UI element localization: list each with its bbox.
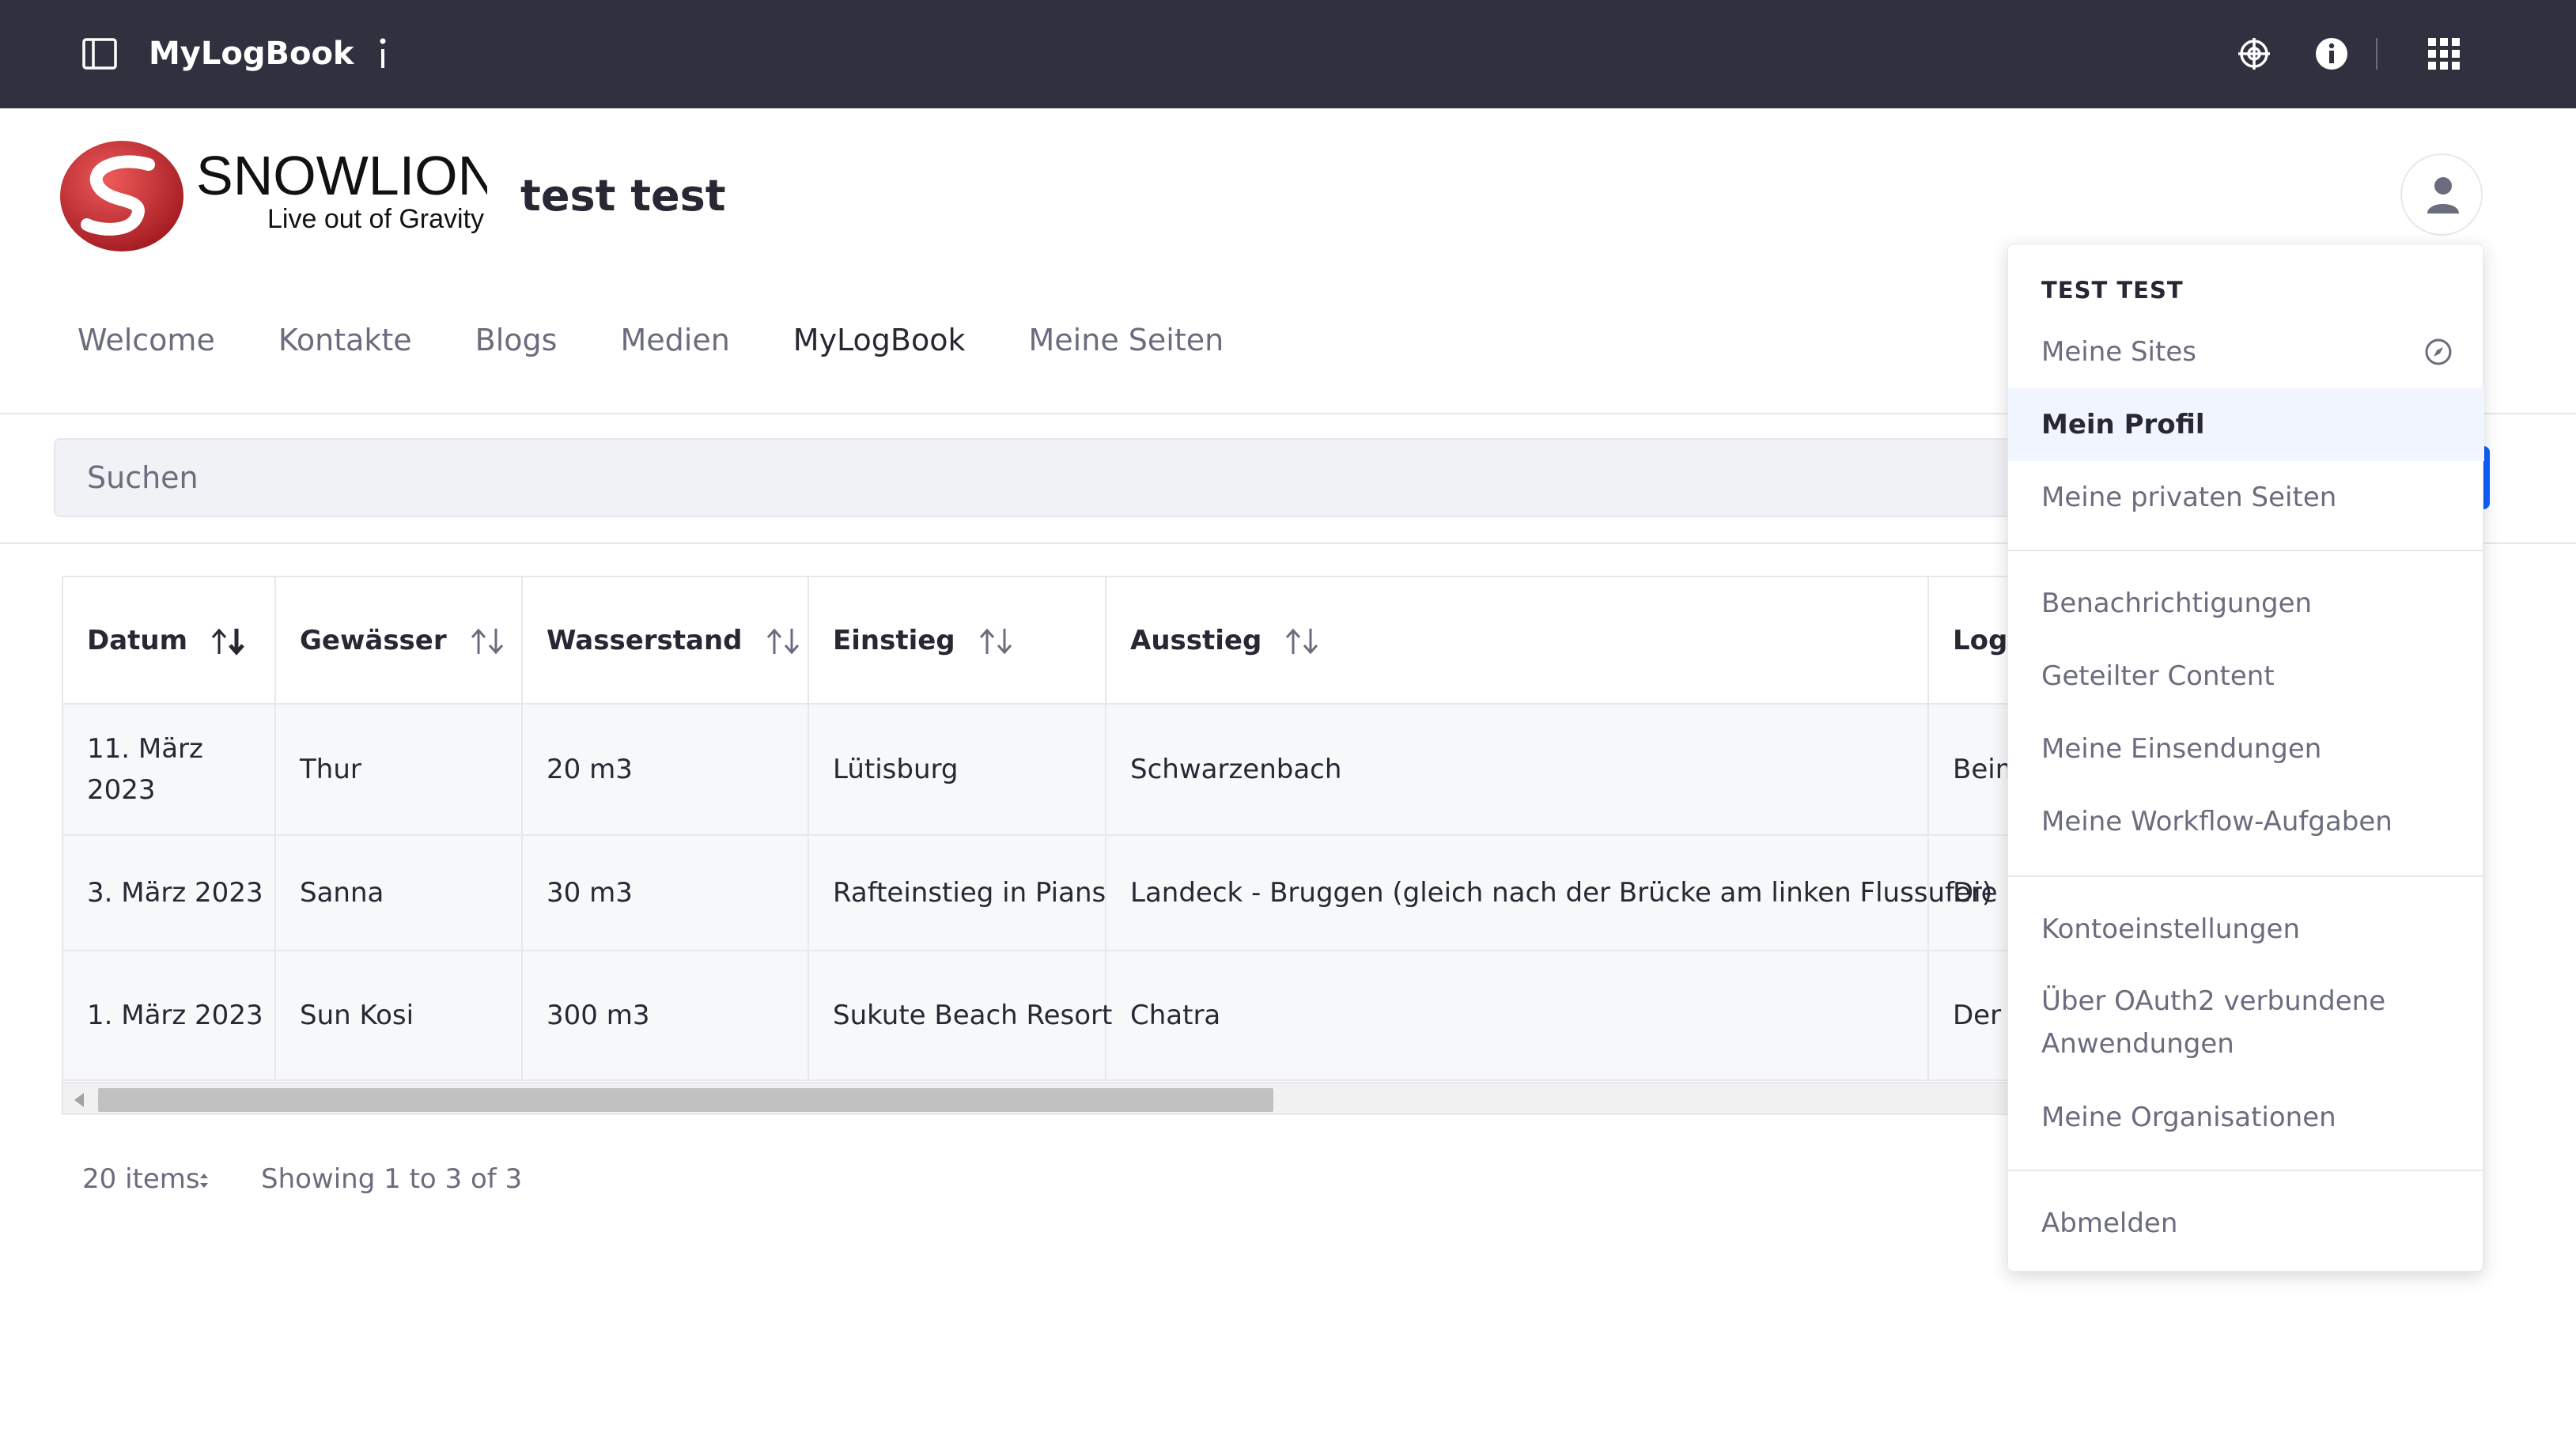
menu-item-benachrichtigungen[interactable]: Benachrichtigungen: [2008, 567, 2484, 640]
column-header-gewaesser[interactable]: Gewässer: [275, 577, 523, 705]
items-per-page-select[interactable]: 20 items: [82, 1159, 200, 1199]
menu-divider: [2008, 875, 2484, 877]
cell-gewaesser: Thur: [275, 704, 523, 836]
menu-item-geteilter-content[interactable]: Geteilter Content: [2008, 640, 2484, 713]
info-circle-icon[interactable]: [2313, 35, 2351, 73]
pagination-results: Showing 1 to 3 of 3: [261, 1163, 523, 1195]
menu-item-meine-privaten-seiten[interactable]: Meine privaten Seiten: [2008, 461, 2484, 534]
sort-icon[interactable]: [1284, 627, 1320, 656]
cell-gewaesser: Sun Kosi: [275, 951, 523, 1081]
logbook-table: Datum Gewässer Wasserstand Einstieg Auss…: [62, 576, 2086, 1115]
search-input[interactable]: Suchen: [54, 438, 2094, 517]
user-menu-dropdown: TEST TEST Meine Sites Mein Profil Meine …: [2007, 244, 2484, 1272]
page: MyLogBook SNOWLION Live out of Gravity t…: [0, 0, 2576, 1429]
cell-datum: 11. März 2023: [63, 704, 276, 836]
site-logo[interactable]: SNOWLION Live out of Gravity: [60, 136, 487, 255]
nav-item-kontakte[interactable]: Kontakte: [278, 318, 412, 362]
horizontal-scrollbar[interactable]: [63, 1082, 2085, 1113]
site-navigation: Welcome Kontakte Blogs Medien MyLogBook …: [78, 318, 1287, 362]
column-header-ausstieg[interactable]: Ausstieg: [1106, 577, 1929, 705]
user-icon: [2427, 177, 2459, 214]
column-header-einstieg[interactable]: Einstieg: [808, 577, 1106, 705]
menu-divider: [2008, 1170, 2484, 1171]
menu-item-mein-profil[interactable]: Mein Profil: [2008, 388, 2484, 461]
cell-wasserstand: 30 m3: [522, 835, 809, 951]
toolbar-separator: [2376, 38, 2377, 70]
cell-ausstieg: Chatra: [1106, 951, 1929, 1081]
column-header-datum[interactable]: Datum: [63, 577, 276, 705]
menu-item-meine-sites[interactable]: Meine Sites: [2008, 316, 2484, 388]
column-header-wasserstand[interactable]: Wasserstand: [522, 577, 809, 705]
menu-item-kontoeinstellungen[interactable]: Kontoeinstellungen: [2008, 893, 2484, 966]
menu-item-meine-organisationen[interactable]: Meine Organisationen: [2008, 1081, 2484, 1154]
cell-wasserstand: 300 m3: [522, 951, 809, 1081]
sort-icon[interactable]: [978, 627, 1014, 656]
compass-icon: [2425, 338, 2452, 365]
user-avatar-button[interactable]: [2400, 153, 2483, 236]
cell-ausstieg: Schwarzenbach: [1106, 704, 1929, 836]
nav-item-meine-seiten[interactable]: Meine Seiten: [1029, 318, 1224, 362]
cell-ausstieg: Landeck - Bruggen (gleich nach der Brück…: [1106, 835, 1992, 951]
menu-item-meine-workflow-aufgaben[interactable]: Meine Workflow-Aufgaben: [2008, 785, 2484, 858]
menu-item-meine-einsendungen[interactable]: Meine Einsendungen: [2008, 713, 2484, 785]
svg-text:Live out of Gravity: Live out of Gravity: [267, 204, 484, 234]
table-row[interactable]: 1. März 2023 Sun Kosi 300 m3 Sukute Beac…: [63, 951, 2085, 1081]
site-name[interactable]: test test: [520, 166, 726, 226]
cell-einstieg: Sukute Beach Resort: [808, 951, 1112, 1081]
nav-item-blogs[interactable]: Blogs: [475, 318, 558, 362]
scroll-left-icon[interactable]: [74, 1093, 84, 1107]
apps-grid-icon[interactable]: [2425, 35, 2463, 73]
table-row[interactable]: 3. März 2023 Sanna 30 m3 Rafteinstieg in…: [63, 835, 2085, 951]
menu-item-oauth2-anwendungen[interactable]: Über OAuth2 verbundene Anwendungen: [2008, 973, 2484, 1068]
cell-einstieg: Rafteinstieg in Pians: [808, 835, 1106, 951]
sort-icon[interactable]: [765, 627, 801, 656]
menu-item-abmelden[interactable]: Abmelden: [2008, 1187, 2484, 1260]
scrollbar-thumb[interactable]: [98, 1088, 1273, 1112]
table-row[interactable]: 11. März 2023 Thur 20 m3 Lütisburg Schwa…: [63, 704, 2085, 836]
nav-item-welcome[interactable]: Welcome: [78, 318, 215, 362]
nav-item-medien[interactable]: Medien: [620, 318, 729, 362]
caret-updown-icon[interactable]: [198, 1170, 210, 1191]
sort-desc-icon[interactable]: [210, 627, 246, 656]
panel-toggle-icon[interactable]: [82, 38, 117, 70]
cell-gewaesser: Sanna: [275, 835, 523, 951]
cell-einstieg: Lütisburg: [808, 704, 1106, 836]
cell-wasserstand: 20 m3: [522, 704, 809, 836]
svg-text:SNOWLION: SNOWLION: [196, 145, 487, 206]
sort-icon[interactable]: [469, 627, 505, 656]
app-title: MyLogBook: [149, 36, 354, 72]
cell-datum: 3. März 2023: [63, 835, 276, 951]
target-icon[interactable]: [2235, 35, 2273, 73]
user-menu-header: TEST TEST: [2041, 277, 2184, 304]
menu-divider: [2008, 550, 2484, 551]
control-menu: MyLogBook: [0, 0, 2576, 108]
nav-item-mylogbook[interactable]: MyLogBook: [793, 318, 966, 362]
cell-datum: 1. März 2023: [63, 951, 276, 1081]
info-i-icon[interactable]: [375, 32, 391, 76]
